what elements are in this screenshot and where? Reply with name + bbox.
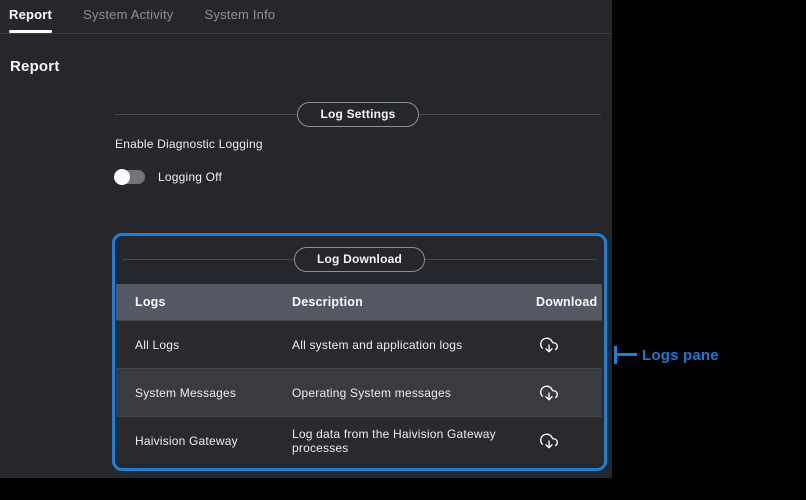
table-row: All Logs All system and application logs xyxy=(116,320,602,368)
app-window: Report System Activity System Info Repor… xyxy=(0,0,612,478)
log-name-cell: System Messages xyxy=(116,386,292,400)
toggle-knob xyxy=(114,169,130,185)
table-header-row: Logs Description Download xyxy=(116,284,602,320)
cloud-download-icon xyxy=(540,384,558,402)
download-cell xyxy=(536,432,602,450)
column-header-description: Description xyxy=(292,295,536,309)
enable-diagnostic-logging-label: Enable Diagnostic Logging xyxy=(115,137,263,151)
tab-system-info[interactable]: System Info xyxy=(205,0,276,33)
section-rule-right xyxy=(419,114,601,115)
logging-toggle-row: Logging Off xyxy=(115,170,222,184)
log-download-pill-button[interactable]: Log Download xyxy=(294,247,425,272)
log-description-cell: Operating System messages xyxy=(292,386,536,400)
log-description-cell: All system and application logs xyxy=(292,338,536,352)
cloud-download-icon xyxy=(540,336,558,354)
download-button[interactable] xyxy=(540,432,558,450)
table-row: Haivision Gateway Log data from the Haiv… xyxy=(116,416,602,464)
table-row: System Messages Operating System message… xyxy=(116,368,602,416)
tab-report[interactable]: Report xyxy=(9,0,52,33)
annotation-connector-line xyxy=(614,353,637,356)
section-rule-left xyxy=(122,259,294,260)
download-button[interactable] xyxy=(540,384,558,402)
column-header-download: Download xyxy=(536,295,602,309)
logs-table: Logs Description Download All Logs All s… xyxy=(116,284,602,464)
toggle-state-label: Logging Off xyxy=(158,170,222,184)
log-name-cell: All Logs xyxy=(116,338,292,352)
log-name-cell: Haivision Gateway xyxy=(116,434,292,448)
section-rule-left xyxy=(115,114,297,115)
tab-system-activity[interactable]: System Activity xyxy=(83,0,173,33)
download-button[interactable] xyxy=(540,336,558,354)
column-header-logs: Logs xyxy=(116,295,292,309)
section-rule-right xyxy=(425,259,597,260)
download-cell xyxy=(536,336,602,354)
log-settings-section-header: Log Settings xyxy=(115,101,601,127)
cloud-download-icon xyxy=(540,432,558,450)
diagnostic-logging-toggle[interactable] xyxy=(115,170,145,184)
tab-bar: Report System Activity System Info xyxy=(0,0,612,34)
log-download-section-header: Log Download xyxy=(122,246,597,272)
download-cell xyxy=(536,384,602,402)
page-title: Report xyxy=(10,58,60,75)
log-settings-pill-button[interactable]: Log Settings xyxy=(297,102,418,127)
logs-pane-annotation-label: Logs pane xyxy=(642,347,719,364)
screenshot-canvas: Report System Activity System Info Repor… xyxy=(0,0,806,500)
log-description-cell: Log data from the Haivision Gateway proc… xyxy=(292,427,536,455)
